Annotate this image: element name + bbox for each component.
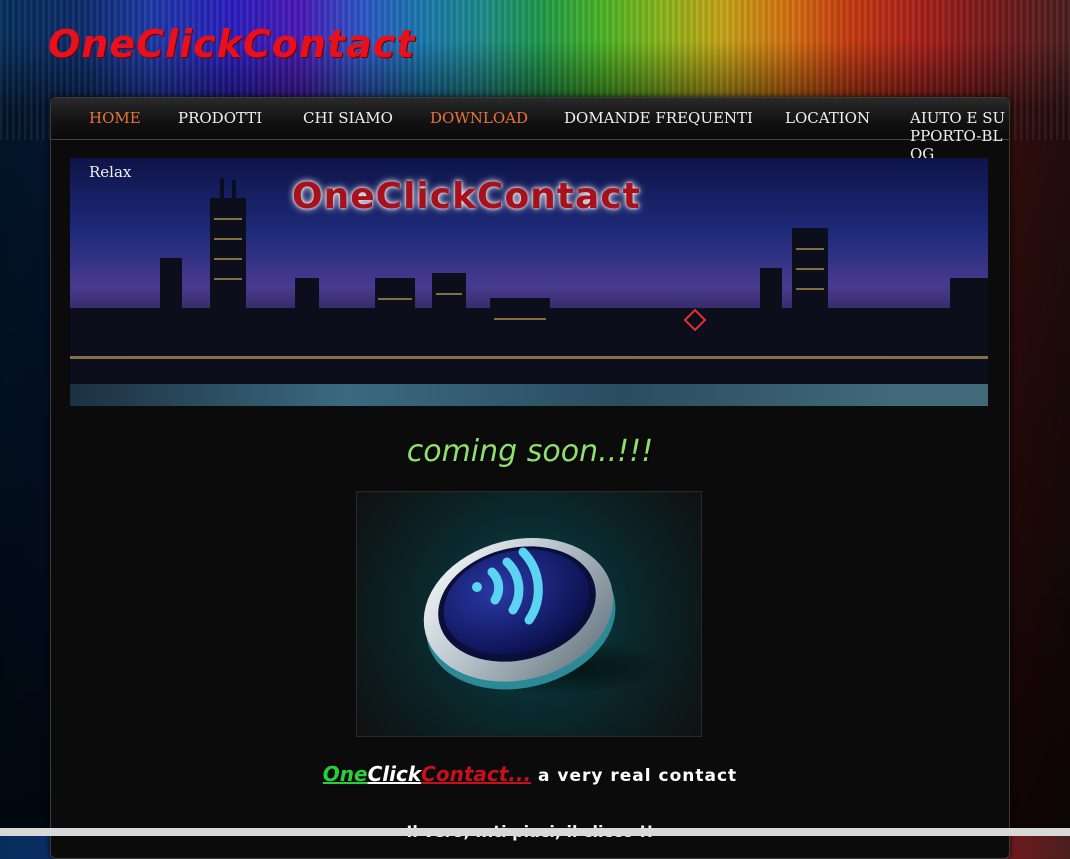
tagline-click[interactable]: Click [368,762,422,786]
wireless-button-icon [423,538,667,695]
nav-home[interactable]: Home [89,109,141,127]
nav-location[interactable]: Location [785,109,870,127]
nav-prodotti[interactable]: Prodotti [178,109,262,127]
banner-title: OneClickContact [292,176,641,217]
main-navigation: Home Prodotti Chi Siamo Download Domande… [51,98,1009,163]
nav-download[interactable]: Download [430,109,528,127]
nav-domande-frequenti[interactable]: Domande frequenti [564,109,753,127]
nav-aiuto-supporto-blog[interactable]: Aiuto e Supporto-Blog [910,109,1008,163]
tagline: OneClickContact... a very real contact [51,762,1009,786]
coming-soon-heading: coming soon..!!! [406,434,654,469]
river-reflection [70,384,988,406]
tagline-contact[interactable]: Contact... [421,762,531,786]
nav-chi-siamo[interactable]: Chi Siamo [303,109,393,127]
logo-image [356,491,702,737]
window-bottom-edge [0,828,1070,836]
tagline-one[interactable]: One [323,762,368,786]
banner-image: OneClickContact [70,158,988,406]
site-title[interactable]: OneClickContact [48,22,415,66]
tagline-rest: a very real contact [531,766,738,786]
page-frame: Home Prodotti Chi Siamo Download Domande… [50,97,1010,859]
nav-relax[interactable]: Relax [89,163,131,181]
